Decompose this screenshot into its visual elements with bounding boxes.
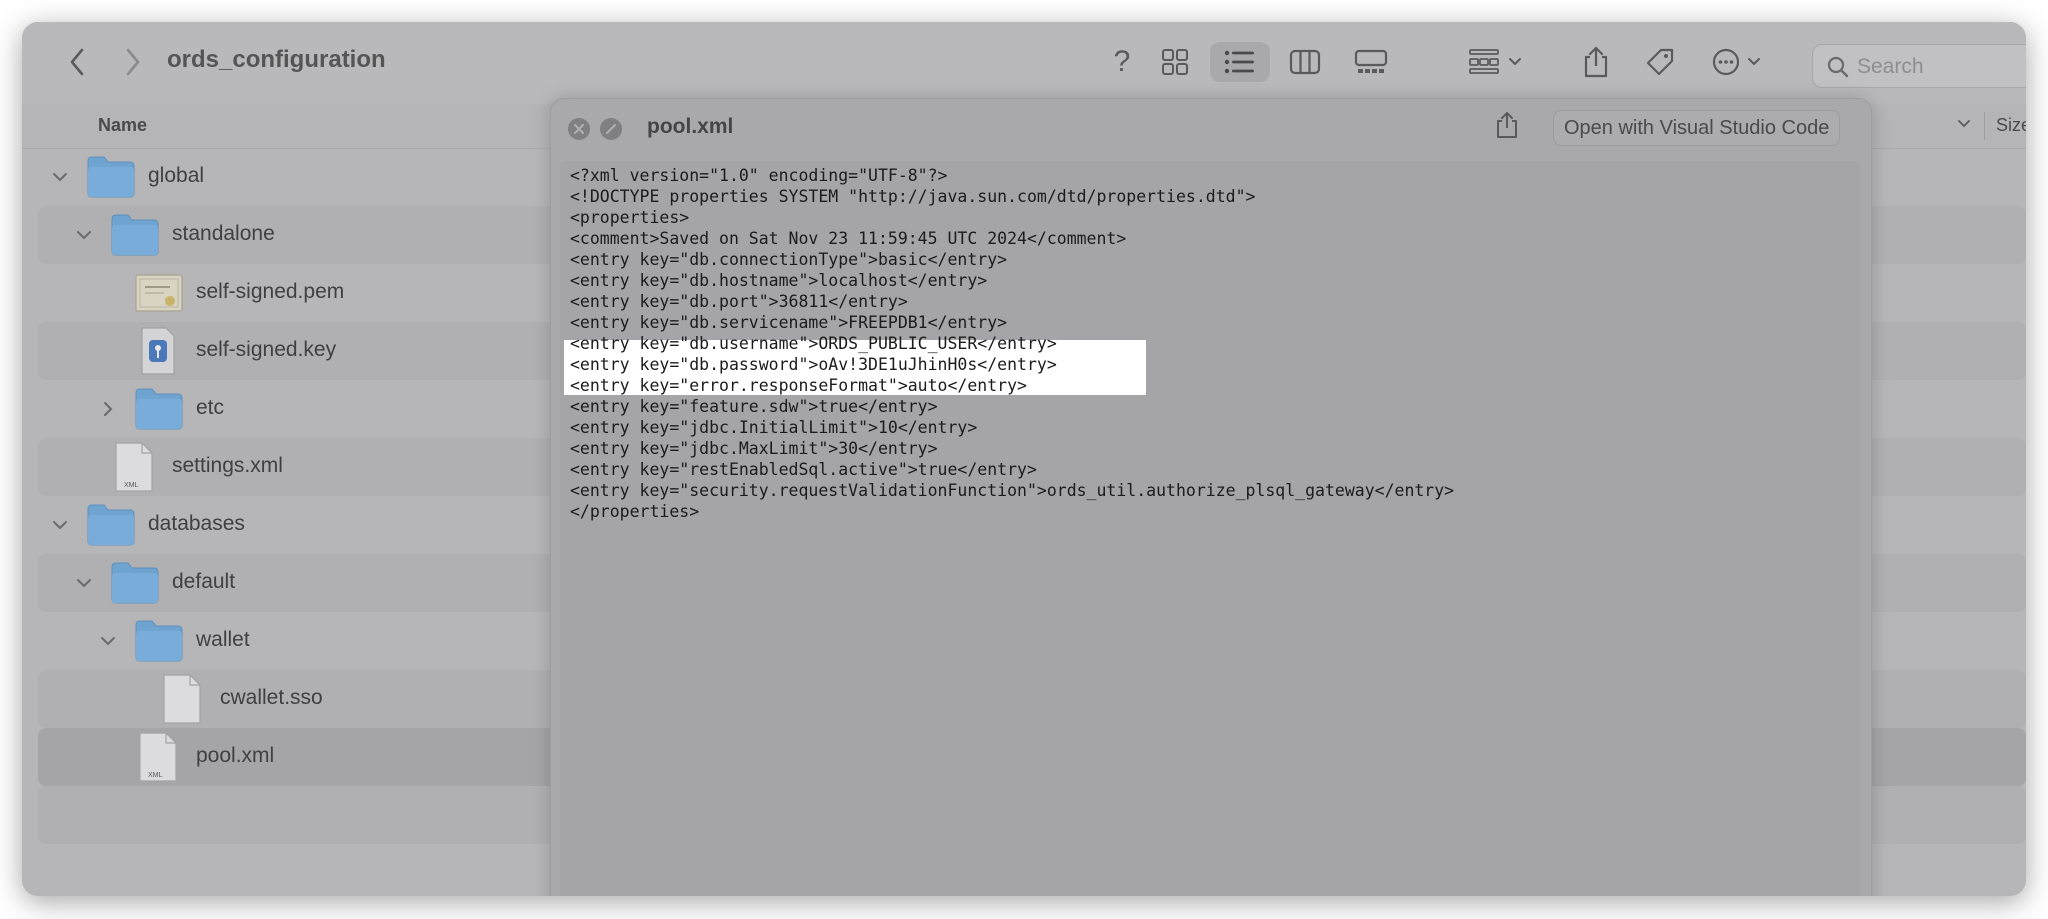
size-column-header[interactable]: Size — [1996, 115, 2026, 136]
item-label: default — [172, 570, 236, 593]
share-button[interactable] — [1495, 111, 1519, 144]
question-mark-icon: ? — [1113, 45, 1131, 78]
tag-icon — [1646, 48, 1674, 76]
grid-icon — [1162, 49, 1188, 75]
folder-icon — [111, 214, 159, 256]
columns-icon — [1289, 49, 1321, 75]
finder-window: ords_configuration ? Search Name Siz glo… — [22, 22, 2026, 896]
file-icon — [163, 674, 201, 724]
chevron-down-icon[interactable] — [50, 167, 70, 187]
share-icon — [1497, 111, 1517, 138]
item-label: global — [148, 164, 205, 187]
item-label: pool.xml — [196, 744, 275, 767]
window-title: ords_configuration — [167, 46, 386, 73]
search-icon — [1827, 56, 1849, 78]
more-actions-button[interactable] — [1708, 42, 1770, 82]
file-preview: <?xml version="1.0" encoding="UTF-8"?> <… — [560, 161, 1860, 896]
list-view-button[interactable] — [1210, 42, 1270, 82]
code-line: </properties> — [570, 502, 700, 521]
file-type-badge: XML — [124, 482, 139, 489]
code-line: <!DOCTYPE properties SYSTEM "http://java… — [570, 187, 1256, 206]
help-button[interactable]: ? — [1102, 42, 1142, 82]
quicklook-title: pool.xml — [647, 115, 734, 138]
item-label: wallet — [196, 628, 250, 651]
column-view-button[interactable] — [1282, 42, 1328, 82]
chevron-down-icon[interactable] — [1956, 116, 1972, 132]
folder-icon — [87, 156, 135, 198]
file-type-badge: XML — [148, 772, 163, 779]
code-line: <entry key="db.hostname">localhost</entr… — [570, 271, 988, 290]
chevron-down-icon[interactable] — [98, 631, 118, 651]
folder-icon — [135, 388, 183, 430]
fullscreen-button[interactable] — [600, 118, 622, 140]
code-line: <entry key="db.connectionType">basic</en… — [570, 250, 1008, 269]
code-line: <properties> — [570, 208, 690, 227]
close-icon — [574, 124, 584, 134]
code-line: <entry key="jdbc.MaxLimit">30</entry> — [570, 439, 938, 458]
chevron-down-icon[interactable] — [74, 573, 94, 593]
folder-icon — [111, 562, 159, 604]
code-line: <entry key="feature.sdw">true</entry> — [570, 397, 938, 416]
code-line: <entry key="security.requestValidationFu… — [570, 481, 1455, 500]
list-icon — [1224, 50, 1254, 74]
code-line: <entry key="restEnabledSql.active">true<… — [570, 460, 1037, 479]
code-line: <entry key="db.port">36811</entry> — [570, 292, 908, 311]
item-label: cwallet.sso — [220, 686, 323, 709]
folder-icon — [87, 504, 135, 546]
column-separator — [1984, 112, 1985, 140]
close-button[interactable] — [568, 118, 590, 140]
key-file-icon — [141, 327, 175, 375]
item-label: etc — [196, 396, 225, 419]
item-label: self-signed.pem — [196, 280, 345, 303]
back-button[interactable] — [62, 42, 92, 82]
gallery-icon — [1354, 49, 1388, 73]
code-line: <entry key="db.username">ORDS_PUBLIC_USE… — [570, 334, 1057, 353]
item-label: settings.xml — [172, 454, 283, 477]
code-line: <comment>Saved on Sat Nov 23 11:59:45 UT… — [570, 229, 1127, 248]
chevron-down-icon[interactable] — [50, 515, 70, 535]
ellipsis-circle-icon — [1712, 48, 1760, 76]
group-by-button[interactable] — [1464, 42, 1530, 82]
chevron-right-icon[interactable] — [98, 399, 118, 419]
code-line: <entry key="db.servicename">FREEPDB1</en… — [570, 313, 1008, 332]
fullscreen-icon — [606, 124, 616, 134]
icon-view-button[interactable] — [1152, 42, 1198, 82]
open-with-button[interactable]: Open with Visual Studio Code — [1553, 110, 1841, 146]
code-line: <entry key="db.password">oAv!3DE1uJhinH0… — [570, 355, 1057, 374]
certificate-icon — [135, 274, 183, 312]
name-column-header[interactable]: Name — [98, 115, 147, 136]
item-label: self-signed.key — [196, 338, 337, 361]
search-placeholder: Search — [1857, 55, 1924, 78]
quicklook-panel: pool.xml Open with Visual Studio Code <?… — [550, 98, 1872, 896]
code-line: <?xml version="1.0" encoding="UTF-8"?> — [570, 166, 948, 185]
folder-icon — [135, 620, 183, 662]
code-line: <entry key="error.responseFormat">auto</… — [570, 376, 1027, 395]
code-line: <entry key="jdbc.InitialLimit">10</entry… — [570, 418, 978, 437]
forward-button[interactable] — [118, 42, 148, 82]
share-icon — [1584, 46, 1608, 78]
finder-toolbar: ords_configuration ? Search — [22, 22, 2026, 104]
search-field[interactable]: Search — [1812, 44, 2026, 88]
item-label: standalone — [172, 222, 275, 245]
chevron-down-icon[interactable] — [74, 225, 94, 245]
tags-button[interactable] — [1638, 42, 1682, 82]
item-label: databases — [148, 512, 245, 535]
gallery-view-button[interactable] — [1348, 42, 1394, 82]
group-icon — [1469, 49, 1521, 74]
share-button[interactable] — [1576, 42, 1616, 82]
